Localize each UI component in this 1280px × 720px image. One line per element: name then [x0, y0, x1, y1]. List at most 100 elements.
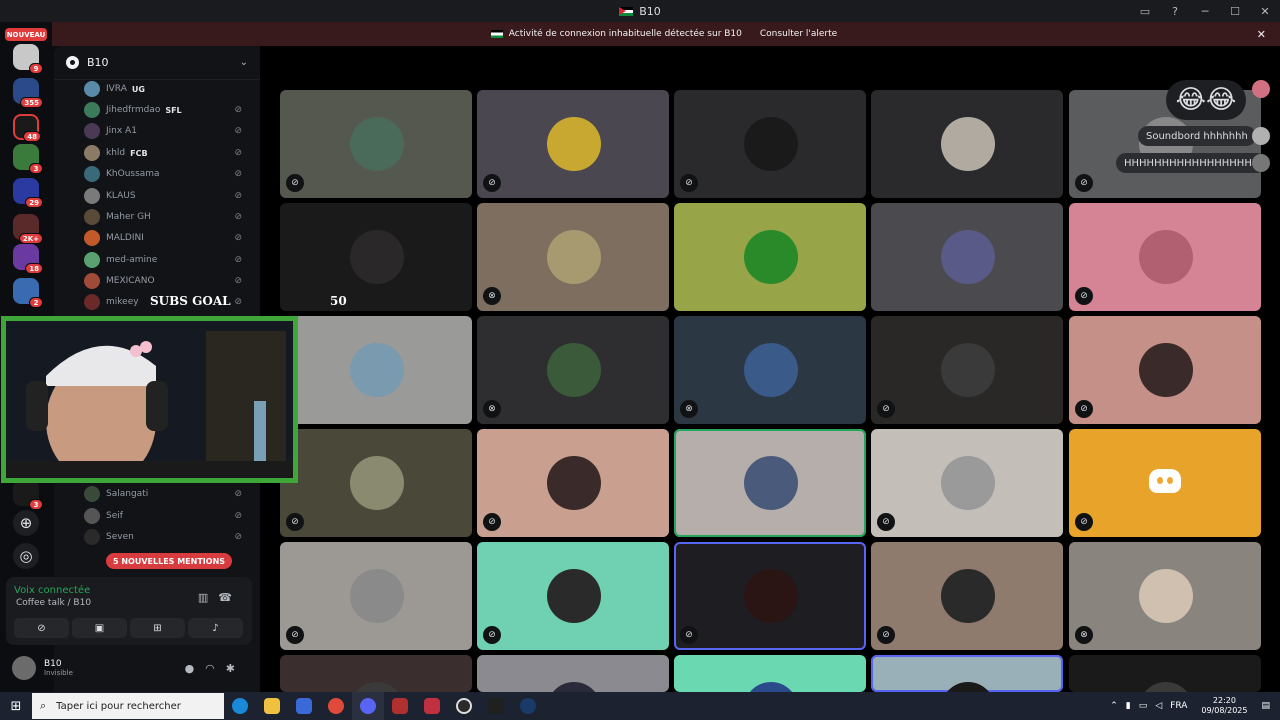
- video-tile[interactable]: ⊗: [477, 203, 669, 311]
- server-icon[interactable]: 355: [13, 78, 43, 108]
- chrome-icon[interactable]: [320, 692, 352, 720]
- server-icon[interactable]: 3: [13, 480, 43, 510]
- obs-icon[interactable]: [448, 692, 480, 720]
- maximize-button[interactable]: ☐: [1220, 0, 1250, 22]
- minimize-button[interactable]: ─: [1190, 0, 1220, 22]
- video-tile[interactable]: [871, 203, 1063, 311]
- video-tile[interactable]: ⊘: [1069, 429, 1261, 537]
- voice-member[interactable]: KLAUS ⊘: [84, 186, 252, 206]
- server-header[interactable]: B10 ⌄: [54, 46, 260, 80]
- video-tile[interactable]: ⊘: [477, 429, 669, 537]
- window-title: B10: [639, 4, 661, 18]
- video-tile[interactable]: ⊗: [477, 316, 669, 424]
- voice-member[interactable]: KhOussama ⊘: [84, 164, 252, 184]
- app-icon[interactable]: [416, 692, 448, 720]
- voice-member[interactable]: MALDINI ⊘: [84, 228, 252, 248]
- server-icon[interactable]: 29: [13, 178, 43, 208]
- video-tile[interactable]: [280, 316, 472, 424]
- discord-icon[interactable]: [352, 692, 384, 720]
- video-tile[interactable]: [280, 655, 472, 692]
- video-tile[interactable]: ⊘: [871, 316, 1063, 424]
- windows-start-icon[interactable]: ⊞: [0, 692, 32, 720]
- add-server-icon[interactable]: ⊕: [13, 510, 39, 536]
- video-tile[interactable]: [674, 203, 866, 311]
- microphone-icon[interactable]: ●: [185, 662, 206, 675]
- network-icon[interactable]: ▭: [1139, 701, 1148, 711]
- inbox-icon[interactable]: ▭: [1130, 0, 1160, 22]
- video-tile[interactable]: ⊘: [871, 429, 1063, 537]
- video-tile[interactable]: ⊘: [1069, 316, 1261, 424]
- soundboard-button[interactable]: ♪: [188, 618, 243, 638]
- video-tile[interactable]: ⊘: [280, 429, 472, 537]
- avatar: [1252, 154, 1270, 172]
- taskbar-search[interactable]: ⌕ Taper ici pour rechercher: [32, 693, 224, 719]
- help-icon[interactable]: ?: [1160, 0, 1190, 22]
- voice-member[interactable]: MEXICANO ⊘: [84, 271, 252, 291]
- voice-member[interactable]: IVRA UG: [84, 79, 252, 99]
- close-icon[interactable]: ✕: [1257, 28, 1266, 41]
- search-input[interactable]: Taper ici pour rechercher: [56, 701, 181, 712]
- video-tile[interactable]: [477, 655, 669, 692]
- gear-icon[interactable]: ✱: [226, 662, 246, 675]
- view-alert-button[interactable]: Consulter l'alerte: [756, 27, 841, 41]
- server-icon[interactable]: 9: [13, 44, 43, 74]
- avatar[interactable]: [12, 656, 36, 680]
- voicemeeter-icon[interactable]: [384, 692, 416, 720]
- noise-icon[interactable]: ▥: [198, 591, 218, 604]
- voice-member[interactable]: med-amine ⊘: [84, 250, 252, 270]
- chevron-up-icon[interactable]: ⌃: [1110, 701, 1118, 711]
- user-info[interactable]: B10 Invisible: [44, 659, 73, 677]
- epic-games-icon[interactable]: [480, 692, 512, 720]
- language-indicator[interactable]: FRA: [1170, 701, 1187, 711]
- video-tile[interactable]: [674, 655, 866, 692]
- video-tile[interactable]: [280, 203, 472, 311]
- voice-channel-name[interactable]: Coffee talk / B10: [16, 598, 91, 608]
- explorer-icon[interactable]: [256, 692, 288, 720]
- server-icon[interactable]: 48: [13, 114, 41, 142]
- server-icon[interactable]: 2K+: [13, 214, 43, 244]
- activity-button[interactable]: ⊞: [130, 618, 185, 638]
- video-tile[interactable]: [871, 90, 1063, 198]
- server-settings-icon: [66, 56, 79, 69]
- avatar: [84, 123, 100, 139]
- voice-member[interactable]: Jihedfrmdao SFL ⊘: [84, 100, 252, 120]
- video-tile[interactable]: ⊘: [674, 542, 866, 650]
- volume-icon[interactable]: ◁: [1155, 701, 1162, 711]
- video-tile[interactable]: ⊘: [674, 90, 866, 198]
- video-tile[interactable]: ⊗: [674, 316, 866, 424]
- store-icon[interactable]: [288, 692, 320, 720]
- server-icon[interactable]: 18: [13, 244, 43, 274]
- video-tile[interactable]: ⊘: [280, 90, 472, 198]
- video-tile[interactable]: ⊗: [1069, 542, 1261, 650]
- video-tile[interactable]: [674, 429, 866, 537]
- video-tile[interactable]: ⊘: [477, 90, 669, 198]
- voice-member[interactable]: Maher GH ⊘: [84, 207, 252, 227]
- voice-member[interactable]: Seif ⊘: [84, 506, 252, 526]
- voice-member[interactable]: Jinx A1 ⊘: [84, 121, 252, 141]
- video-tile[interactable]: ⊘: [477, 542, 669, 650]
- video-tile[interactable]: ⊘: [1069, 203, 1261, 311]
- server-icon[interactable]: 2: [13, 278, 43, 308]
- avatar: [547, 682, 601, 692]
- edge-icon[interactable]: [224, 692, 256, 720]
- disconnect-icon[interactable]: ☎: [218, 591, 242, 604]
- steam-icon[interactable]: [512, 692, 544, 720]
- voice-member[interactable]: Salangati ⊘: [84, 484, 252, 504]
- headset-icon[interactable]: ◠: [205, 662, 226, 675]
- new-mentions-pill[interactable]: 5 NOUVELLES MENTIONS: [106, 553, 233, 569]
- voice-member[interactable]: Seven ⊘: [84, 527, 252, 547]
- camera-button[interactable]: ⊘: [14, 618, 69, 638]
- clock[interactable]: 22:20 09/08/2025: [1201, 696, 1247, 716]
- screenshare-button[interactable]: ▣: [72, 618, 127, 638]
- notification-icon[interactable]: ▤: [1261, 701, 1270, 711]
- video-tile[interactable]: ⊘: [871, 542, 1063, 650]
- explore-icon[interactable]: ◎: [13, 543, 39, 569]
- voice-member[interactable]: khld FCB ⊘: [84, 143, 252, 163]
- close-button[interactable]: ✕: [1250, 0, 1280, 22]
- video-tile[interactable]: [1069, 655, 1261, 692]
- server-icon[interactable]: 3: [13, 144, 43, 174]
- microphone-icon[interactable]: ▮: [1126, 701, 1131, 711]
- video-tile[interactable]: ⊘: [280, 542, 472, 650]
- video-tile[interactable]: [871, 655, 1063, 692]
- avatar: [84, 508, 100, 524]
